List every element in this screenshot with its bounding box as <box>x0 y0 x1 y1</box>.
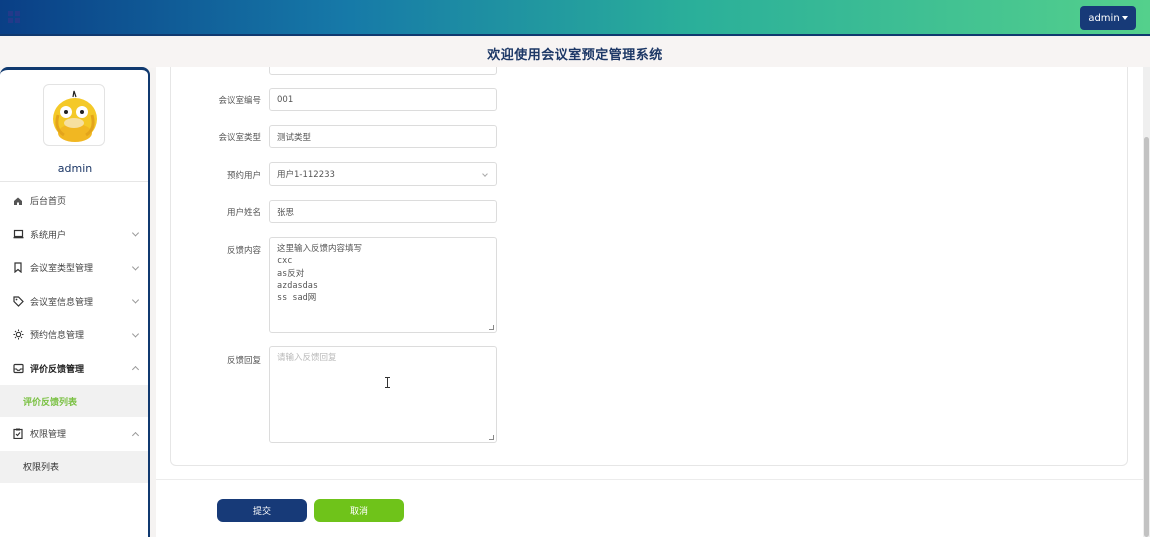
cancel-button[interactable]: 取消 <box>314 499 404 522</box>
sidebar-subitem-label: 权限列表 <box>23 463 60 473</box>
booking-user-value: 用户1-112233 <box>277 170 335 180</box>
feedback-line: ss sad网 <box>277 293 317 304</box>
reply-label: 反馈回复 <box>226 356 261 366</box>
room-number-value: 001 <box>277 94 294 105</box>
feedback-line: cxc <box>277 256 293 267</box>
chevron-down-icon <box>482 171 488 177</box>
title-bar: 欢迎使用会议室预定管理系统 <box>0 38 1150 68</box>
sidebar-item-label: 后台首页 <box>30 197 67 208</box>
resize-handle[interactable] <box>489 325 494 330</box>
sidebar-menu: 后台首页 系统用户 会议室类型管理 会议室信息管理 预约信息管理 评价反馈管理 … <box>0 184 148 483</box>
feedback-line: azdasdas <box>277 280 318 291</box>
tag-icon <box>12 295 24 307</box>
hidden-top-field[interactable] <box>269 67 497 75</box>
booking-user-select[interactable]: 用户1-112233 <box>269 162 497 186</box>
booking-user-label: 预约用户 <box>226 171 261 181</box>
feedback-line: as反对 <box>277 268 305 279</box>
room-number-label: 会议室编号 <box>218 96 261 106</box>
reply-placeholder: 请输入反馈回复 <box>277 353 337 363</box>
sidebar-item-label: 预约信息管理 <box>30 331 85 342</box>
resize-handle[interactable] <box>489 435 494 440</box>
sidebar-item-label: 系统用户 <box>30 230 67 241</box>
feedback-content-label: 反馈内容 <box>226 246 261 256</box>
clipboard-check-icon <box>12 428 24 440</box>
sidebar-username: admin <box>57 162 93 175</box>
admin-dropdown-label: admin <box>1088 12 1120 24</box>
sidebar-subitem-feedback-list[interactable]: 评价反馈列表 <box>0 385 148 417</box>
divider <box>0 181 148 182</box>
feedback-line: 这里输入反馈内容填写 <box>277 244 363 254</box>
sidebar-item-label: 评价反馈管理 <box>30 364 85 375</box>
form-card: 会议室编号 001 会议室类型 测试类型 预约用户 用户1-112233 用户姓… <box>170 67 1128 466</box>
room-type-value: 测试类型 <box>277 132 312 143</box>
bookmark-icon <box>12 262 24 274</box>
chevron-down-icon <box>131 263 140 271</box>
user-name-field[interactable]: 张思 <box>269 200 497 223</box>
submit-button[interactable]: 提交 <box>217 499 307 522</box>
sidebar-item-label: 会议室类型管理 <box>30 264 94 275</box>
grid-menu-icon[interactable] <box>8 11 21 24</box>
sidebar-item-booking-info[interactable]: 预约信息管理 <box>0 318 148 352</box>
chevron-up-icon <box>131 431 140 439</box>
admin-dropdown-button[interactable]: admin <box>1080 6 1136 30</box>
user-name-value: 张思 <box>277 207 295 218</box>
chevron-down-icon <box>131 330 140 338</box>
room-type-field[interactable]: 测试类型 <box>269 125 497 148</box>
caret-down-icon <box>1121 16 1128 20</box>
sidebar-item-label: 会议室信息管理 <box>30 297 94 308</box>
sidebar-item-feedback[interactable]: 评价反馈管理 <box>0 352 148 386</box>
sidebar-item-system-users[interactable]: 系统用户 <box>0 218 148 252</box>
chevron-down-icon <box>131 229 140 237</box>
sidebar-item-room-types[interactable]: 会议室类型管理 <box>0 251 148 285</box>
sun-icon <box>12 329 24 341</box>
laptop-icon <box>12 228 24 240</box>
scrollbar-thumb[interactable] <box>1144 137 1149 537</box>
home-icon <box>12 195 24 207</box>
avatar <box>43 84 105 146</box>
room-type-label: 会议室类型 <box>218 133 261 143</box>
sidebar-item-label: 权限管理 <box>30 430 67 441</box>
main-content: 会议室编号 001 会议室类型 测试类型 预约用户 用户1-112233 用户姓… <box>156 67 1143 537</box>
chevron-down-icon <box>131 296 140 304</box>
divider <box>156 479 1143 480</box>
sidebar-item-permissions[interactable]: 权限管理 <box>0 417 148 451</box>
scrollbar[interactable] <box>1143 67 1150 537</box>
sidebar: admin 后台首页 系统用户 会议室类型管理 会议室信息管理 预约信息管理 评… <box>0 67 150 537</box>
user-name-label: 用户姓名 <box>226 208 261 218</box>
sidebar-subitem-permission-list[interactable]: 权限列表 <box>0 450 148 483</box>
room-number-field[interactable]: 001 <box>269 88 497 111</box>
inbox-icon <box>12 362 24 374</box>
text-cursor-icon <box>385 377 390 388</box>
chevron-up-icon <box>131 366 140 374</box>
feedback-content-textarea[interactable]: 这里输入反馈内容填写 cxc as反对 azdasdas ss sad网 <box>269 237 497 333</box>
reply-textarea[interactable]: 请输入反馈回复 <box>269 346 497 443</box>
sidebar-item-home[interactable]: 后台首页 <box>0 184 148 218</box>
page-title: 欢迎使用会议室预定管理系统 <box>487 47 663 63</box>
sidebar-item-room-info[interactable]: 会议室信息管理 <box>0 285 148 319</box>
sidebar-subitem-label: 评价反馈列表 <box>23 397 78 408</box>
top-bar: admin <box>0 0 1150 36</box>
